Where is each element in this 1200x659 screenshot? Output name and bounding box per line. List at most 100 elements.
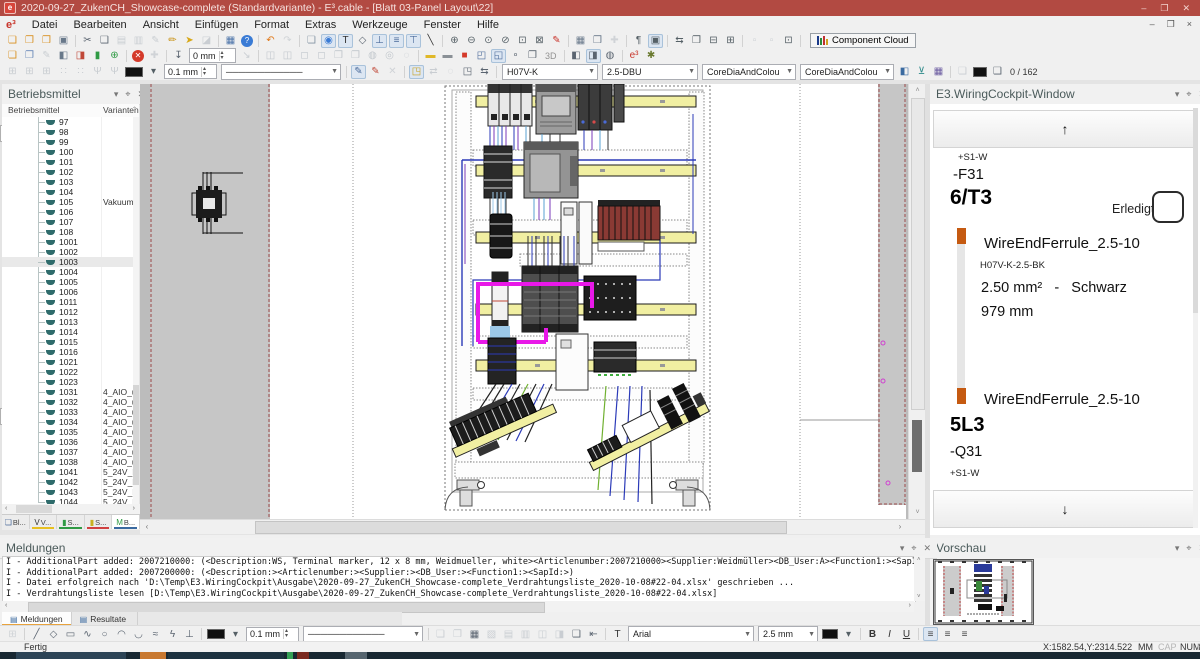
mdi-minimize-button[interactable]: – — [1150, 19, 1155, 30]
panel-sheet-icon[interactable]: ❐ — [525, 49, 540, 63]
properties-icon[interactable]: ▣ — [648, 34, 663, 48]
next-wire-button[interactable]: ↓ — [933, 490, 1197, 528]
fill-off-icon[interactable]: ▥ — [518, 627, 533, 641]
net-select-icon[interactable]: ◌ — [443, 65, 458, 79]
grid-icon[interactable]: ▦ — [573, 34, 588, 48]
sheet-export-icon[interactable]: ◨ — [73, 49, 88, 63]
sphere-icon[interactable]: ◍ — [365, 49, 380, 63]
tree-item-1033[interactable]: 10334_AIO_u — [2, 407, 133, 417]
draw-arc2-icon[interactable]: ◡ — [131, 627, 146, 641]
fit-window-icon[interactable]: ⊡ — [781, 34, 796, 48]
tree-item-1022[interactable]: 1022 — [2, 367, 133, 377]
tree-item-102[interactable]: 102 — [2, 167, 133, 177]
tree-item-1042[interactable]: 10425_24V_N — [2, 477, 133, 487]
tree-item-103[interactable]: 103 — [2, 177, 133, 187]
zoom-out-icon[interactable]: ⊖ — [464, 34, 479, 48]
draw-zigzag-icon[interactable]: ϟ — [165, 627, 180, 641]
highlight-icon[interactable]: ◉ — [321, 34, 336, 48]
align-middle-icon[interactable]: ≡ — [389, 34, 404, 48]
scroll-right-icon[interactable]: › — [909, 602, 911, 609]
wire-code-select[interactable]: 2.5-DBU▼ — [602, 64, 698, 80]
tree-item-1011[interactable]: 1011 — [2, 297, 133, 307]
tree-item-1032[interactable]: 10324_AIO_u — [2, 397, 133, 407]
pin-icon[interactable]: ⌖ — [1186, 543, 1191, 554]
scroll-down-icon[interactable]: ˅ — [917, 594, 921, 600]
mdi-close-button[interactable]: × — [1187, 19, 1192, 30]
tree-item-1041[interactable]: 10415_24V_N — [2, 467, 133, 477]
box-top-icon[interactable]: ◫ — [263, 49, 278, 63]
paste-icon[interactable]: ▤ — [114, 34, 129, 48]
tree-item-1034[interactable]: 10344_AIO_u — [2, 417, 133, 427]
tree-item-1003[interactable]: 1003 — [2, 257, 133, 267]
copy-icon[interactable]: ❑ — [97, 34, 112, 48]
text-mode-icon[interactable]: T — [338, 34, 353, 48]
pin-offset-icon[interactable]: ↧ — [171, 49, 186, 63]
sort-icon[interactable]: ˆ — [133, 105, 136, 115]
zoom-sheet-icon[interactable]: ⊠ — [532, 34, 547, 48]
text-tool-icon[interactable]: T — [610, 627, 625, 641]
pin-pair-icon[interactable]: ⊞ — [5, 65, 20, 79]
new-project-icon[interactable]: ❏ — [5, 34, 20, 48]
align-right-icon[interactable]: ≡ — [957, 627, 972, 641]
tree-item-1023[interactable]: 1023 — [2, 377, 133, 387]
bundle-icon[interactable]: ◳ — [460, 65, 475, 79]
wye2-icon[interactable]: Ψ — [107, 65, 122, 79]
clipboard-icon[interactable]: ❏ — [304, 34, 319, 48]
italic-icon[interactable]: I — [882, 627, 897, 641]
bold-icon[interactable]: B — [865, 627, 880, 641]
text-color-swatch[interactable] — [822, 629, 838, 639]
cone-icon[interactable]: ◌ — [399, 49, 414, 63]
draw-color-swatch[interactable] — [207, 629, 225, 639]
panel-menu-icon[interactable]: ▾ — [1175, 89, 1180, 100]
window-cascade-icon[interactable]: ❐ — [689, 34, 704, 48]
sheet-import-icon[interactable]: ◧ — [56, 49, 71, 63]
line-color-arrow-icon[interactable]: ▾ — [146, 65, 161, 79]
flip-h-icon[interactable]: ◫ — [535, 627, 550, 641]
pin-pair3-icon[interactable]: ⊞ — [39, 65, 54, 79]
tree-horizontal-scrollbar[interactable]: ‹ › — [2, 504, 140, 514]
tree-item-1014[interactable]: 1014 — [2, 327, 133, 337]
draw-line-width[interactable]: 0.1 mm▴▾ — [246, 627, 299, 642]
zoom-window-icon[interactable]: ⊡ — [515, 34, 530, 48]
hatch2-icon[interactable]: ▧ — [484, 627, 499, 641]
rotate-icon[interactable]: ❑ — [569, 627, 584, 641]
line-width[interactable]: 0.1 mm▴▾ — [164, 64, 217, 79]
scroll-right-icon[interactable]: › — [133, 505, 135, 512]
grid-small-icon[interactable]: ⊞ — [5, 627, 20, 641]
help-icon[interactable]: ? — [241, 35, 253, 47]
menu-fenster[interactable]: Fenster — [416, 19, 469, 31]
flip-v-icon[interactable]: ◨ — [552, 627, 567, 641]
origin-icon[interactable]: ⊕ — [107, 49, 122, 63]
box-wire-icon[interactable]: ❒ — [331, 49, 346, 63]
component-cloud-button[interactable]: Component Cloud — [810, 33, 916, 48]
message-log[interactable]: I - AdditionalPart added: 2007210000: (<… — [2, 556, 916, 602]
menu-format[interactable]: Format — [246, 19, 297, 31]
format-painter-icon[interactable]: ✏ — [165, 34, 180, 48]
tree-item-1013[interactable]: 1013 — [2, 317, 133, 327]
tree-vertical-scrollbar[interactable] — [133, 117, 139, 504]
cockpit-scrollbar[interactable] — [1193, 108, 1198, 528]
sheet-frame-icon[interactable]: ❒ — [590, 34, 605, 48]
underline-icon[interactable]: U — [899, 627, 914, 641]
menu-datei[interactable]: Datei — [24, 19, 66, 31]
minimize-button[interactable]: – — [1141, 3, 1146, 14]
redo-icon[interactable]: ↷ — [280, 34, 295, 48]
tree-item-1004[interactable]: 1004 — [2, 267, 133, 277]
tree-item-1036[interactable]: 10364_AIO_u — [2, 437, 133, 447]
cube-dot-icon[interactable]: ◍ — [603, 49, 618, 63]
add-icon[interactable]: ✚ — [147, 49, 162, 63]
measure-icon[interactable]: ↘ — [239, 49, 254, 63]
tree-item-1031[interactable]: 10314_AIO_u — [2, 387, 133, 397]
tree-item-1005[interactable]: 1005 — [2, 277, 133, 287]
indent-icon[interactable]: ⇤ — [586, 627, 601, 641]
scroll-down-icon[interactable]: ˅ — [909, 506, 926, 519]
scroll-left-icon[interactable]: ‹ — [140, 520, 154, 534]
tree-item-1006[interactable]: 1006 — [2, 287, 133, 297]
panel-menu-icon[interactable]: ▾ — [900, 543, 905, 554]
page-copy-icon[interactable]: ❏ — [955, 65, 970, 79]
save-icon[interactable]: ▣ — [56, 34, 71, 48]
tree-item-100[interactable]: 100 — [2, 147, 133, 157]
paste-special-icon[interactable]: ▥ — [131, 34, 146, 48]
arrange2-icon[interactable]: ▫ — [764, 34, 779, 48]
draw-circle-icon[interactable]: ○ — [97, 627, 112, 641]
